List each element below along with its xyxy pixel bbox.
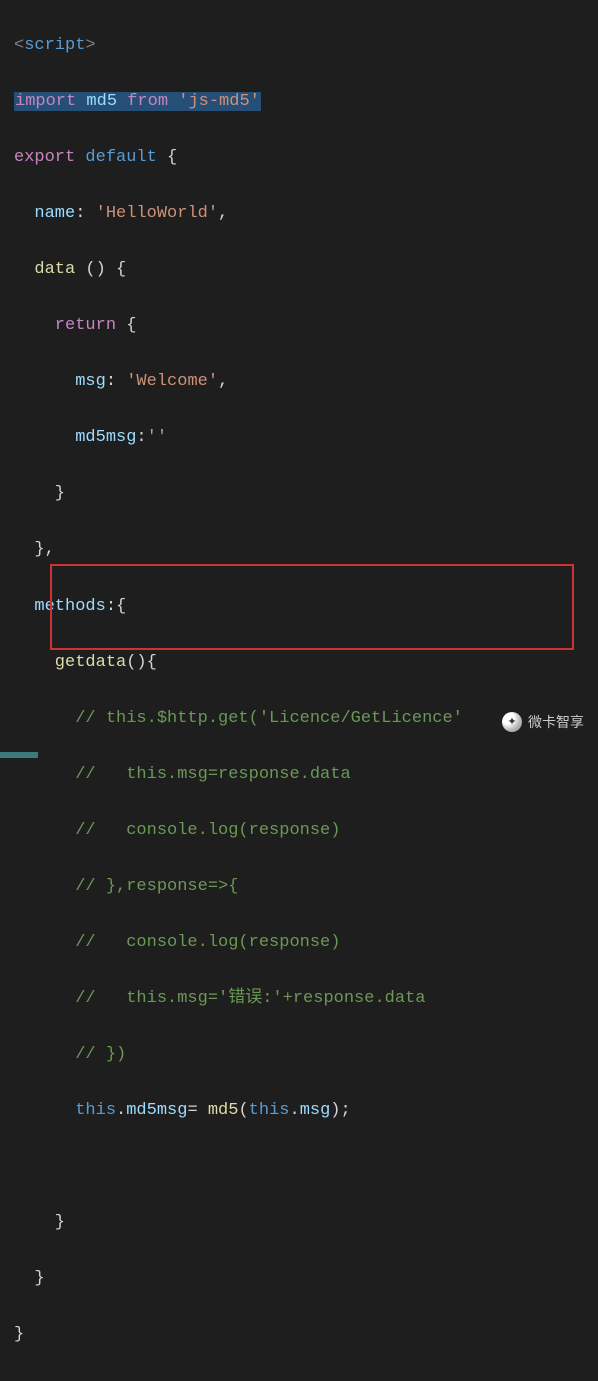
- wechat-icon: ✦: [502, 712, 522, 732]
- code-line: }: [14, 1209, 584, 1237]
- code-line: export default {: [14, 144, 584, 172]
- code-line: },: [14, 536, 584, 564]
- code-line: // console.log(response): [14, 929, 584, 957]
- code-line: name: 'HelloWorld',: [14, 200, 584, 228]
- code-line: <script>: [14, 32, 584, 60]
- code-line: // this.msg=response.data: [14, 761, 584, 789]
- code-line: return {: [14, 312, 584, 340]
- code-line: // }): [14, 1041, 584, 1069]
- code-line: getdata(){: [14, 649, 584, 677]
- code-line: import md5 from 'js-md5': [14, 88, 584, 116]
- code-line: // this.$http.get('Licence/GetLicence': [14, 705, 584, 733]
- code-line: md5msg:'': [14, 424, 584, 452]
- watermark-text: 微卡智享: [528, 711, 584, 734]
- code-line: this.md5msg= md5(this.msg);: [14, 1097, 584, 1125]
- code-line: // this.msg='错误:'+response.data: [14, 985, 584, 1013]
- code-line: // },response=>{: [14, 873, 584, 901]
- status-bar-fragment: [0, 752, 38, 758]
- code-line: [14, 1153, 584, 1181]
- code-line: methods:{: [14, 593, 584, 621]
- code-line: // console.log(response): [14, 817, 584, 845]
- code-line: }: [14, 1321, 584, 1349]
- code-line: msg: 'Welcome',: [14, 368, 584, 396]
- code-line: }: [14, 1265, 584, 1293]
- watermark: ✦ 微卡智享: [502, 711, 584, 734]
- code-line: data () {: [14, 256, 584, 284]
- code-line: }: [14, 480, 584, 508]
- code-editor[interactable]: <script> import md5 from 'js-md5' export…: [0, 0, 598, 1381]
